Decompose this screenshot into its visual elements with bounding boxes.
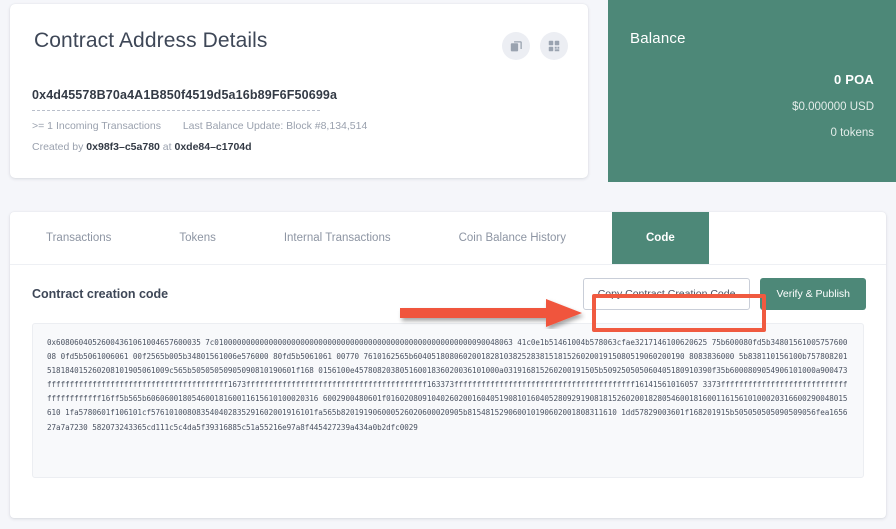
tab-tokens[interactable]: Tokens [159, 212, 235, 264]
balance-token-count: 0 tokens [830, 127, 874, 139]
balance-label: Balance [630, 30, 686, 47]
tab-code[interactable]: Code [612, 212, 709, 264]
tab-internal-transactions[interactable]: Internal Transactions [264, 212, 411, 264]
address-block: 0x4d45578B70a4A1B850f4519d5a16b89F6F5069… [32, 88, 552, 153]
dashed-divider [32, 110, 320, 111]
creation-code-container[interactable]: 0x60806040526004361061004657600035 7c010… [32, 323, 864, 478]
code-section-header: Contract creation code Copy Contract Cre… [10, 265, 886, 323]
tab-transactions[interactable]: Transactions [26, 212, 131, 264]
balance-values: 0 POA $0.000000 USD 0 tokens [630, 72, 874, 139]
contract-creation-code-title: Contract creation code [32, 287, 169, 301]
balance-meta-line: >= 1 Incoming Transactions Last Balance … [32, 120, 552, 132]
copy-contract-creation-code-button[interactable]: Copy Contract Creation Code [582, 278, 751, 310]
created-by-label: Created by [32, 141, 84, 153]
verify-and-publish-button[interactable]: Verify & Publish [760, 278, 866, 310]
tab-coin-balance-history[interactable]: Coin Balance History [439, 212, 586, 264]
last-balance-update: Last Balance Update: Block #8,134,514 [182, 120, 368, 132]
card-action-buttons [502, 32, 568, 60]
code-action-buttons: Copy Contract Creation Code Verify & Pub… [582, 278, 866, 310]
copy-address-button[interactable] [502, 32, 530, 60]
contract-detail-card: Transactions Tokens Internal Transaction… [10, 212, 886, 518]
balance-amount: 0 POA [833, 72, 874, 87]
summary-row: Contract Address Details 0x4d45578B70a4A… [0, 0, 896, 182]
contract-address[interactable]: 0x4d45578B70a4A1B850f4519d5a16b89F6F5069… [32, 88, 552, 102]
tab-bar: Transactions Tokens Internal Transaction… [10, 212, 886, 265]
balance-card: Balance 0 POA $0.000000 USD 0 tokens [608, 0, 896, 182]
copy-icon [510, 40, 523, 53]
creation-transaction-hash[interactable]: 0xde84–c1704d [174, 141, 251, 153]
balance-usd-value: $0.000000 USD [792, 101, 874, 113]
contract-creation-code-text: 0x60806040526004361061004657600035 7c010… [47, 338, 848, 432]
incoming-transactions-count: >= 1 Incoming Transactions [32, 120, 161, 132]
qr-code-icon [548, 40, 560, 52]
page-root: Contract Address Details 0x4d45578B70a4A… [0, 0, 896, 529]
page-title: Contract Address Details [34, 29, 268, 52]
contract-address-details-card: Contract Address Details 0x4d45578B70a4A… [10, 4, 588, 178]
qr-code-button[interactable] [540, 32, 568, 60]
created-by-line: Created by 0x98f3–c5a780 at 0xde84–c1704… [32, 141, 552, 153]
created-at-label: at [162, 141, 172, 153]
creator-address[interactable]: 0x98f3–c5a780 [86, 141, 160, 153]
